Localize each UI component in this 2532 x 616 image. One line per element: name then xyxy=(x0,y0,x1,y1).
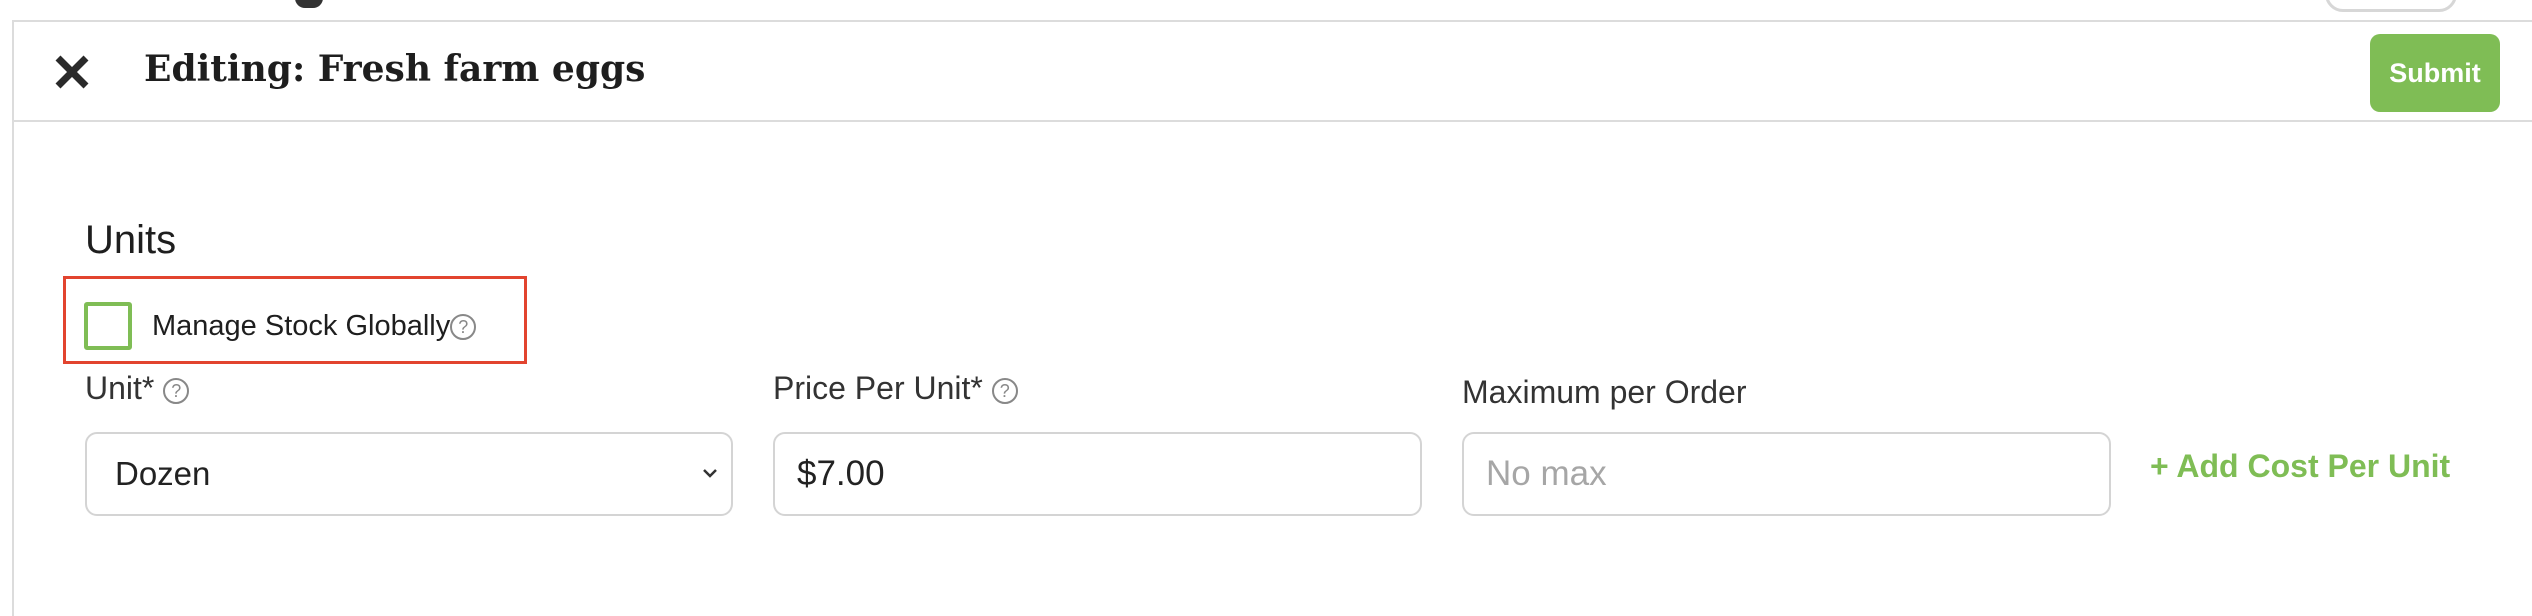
add-cost-per-unit-link[interactable]: + Add Cost Per Unit xyxy=(2150,448,2450,485)
background-glyph xyxy=(295,0,323,8)
page-title: Editing: Fresh farm eggs xyxy=(144,48,646,90)
unit-field-label: Unit* ? xyxy=(85,370,190,407)
close-icon xyxy=(55,55,89,89)
unit-select[interactable]: Dozen xyxy=(85,432,733,516)
manage-stock-checkbox[interactable] xyxy=(84,302,132,350)
unit-label-text: Unit* xyxy=(85,370,155,406)
manage-stock-label: Manage Stock Globally? xyxy=(152,310,477,343)
background-page-edge xyxy=(0,0,2532,20)
max-order-field-label: Maximum per Order xyxy=(1462,374,1747,410)
unit-select-value: Dozen xyxy=(115,455,211,492)
price-per-unit-input[interactable] xyxy=(797,454,1392,494)
max-per-order-field[interactable] xyxy=(1462,432,2111,516)
background-pill-button xyxy=(2325,0,2457,12)
edit-product-modal: Editing: Fresh farm eggs Submit Units Ma… xyxy=(0,0,2532,616)
help-icon[interactable]: ? xyxy=(991,377,1018,404)
price-per-unit-field[interactable] xyxy=(773,432,1422,516)
help-icon[interactable]: ? xyxy=(450,314,477,341)
modal-header: Editing: Fresh farm eggs Submit xyxy=(14,20,2532,122)
max-per-order-input[interactable] xyxy=(1486,454,2081,494)
chevron-down-icon xyxy=(703,469,717,478)
close-button[interactable] xyxy=(52,52,92,92)
manage-stock-label-text: Manage Stock Globally xyxy=(152,310,451,342)
price-field-label: Price Per Unit* ? xyxy=(773,370,1018,407)
help-icon[interactable]: ? xyxy=(163,377,190,404)
units-section-title: Units xyxy=(85,218,177,262)
submit-button[interactable]: Submit xyxy=(2370,34,2500,112)
price-label-text: Price Per Unit* xyxy=(773,370,983,406)
